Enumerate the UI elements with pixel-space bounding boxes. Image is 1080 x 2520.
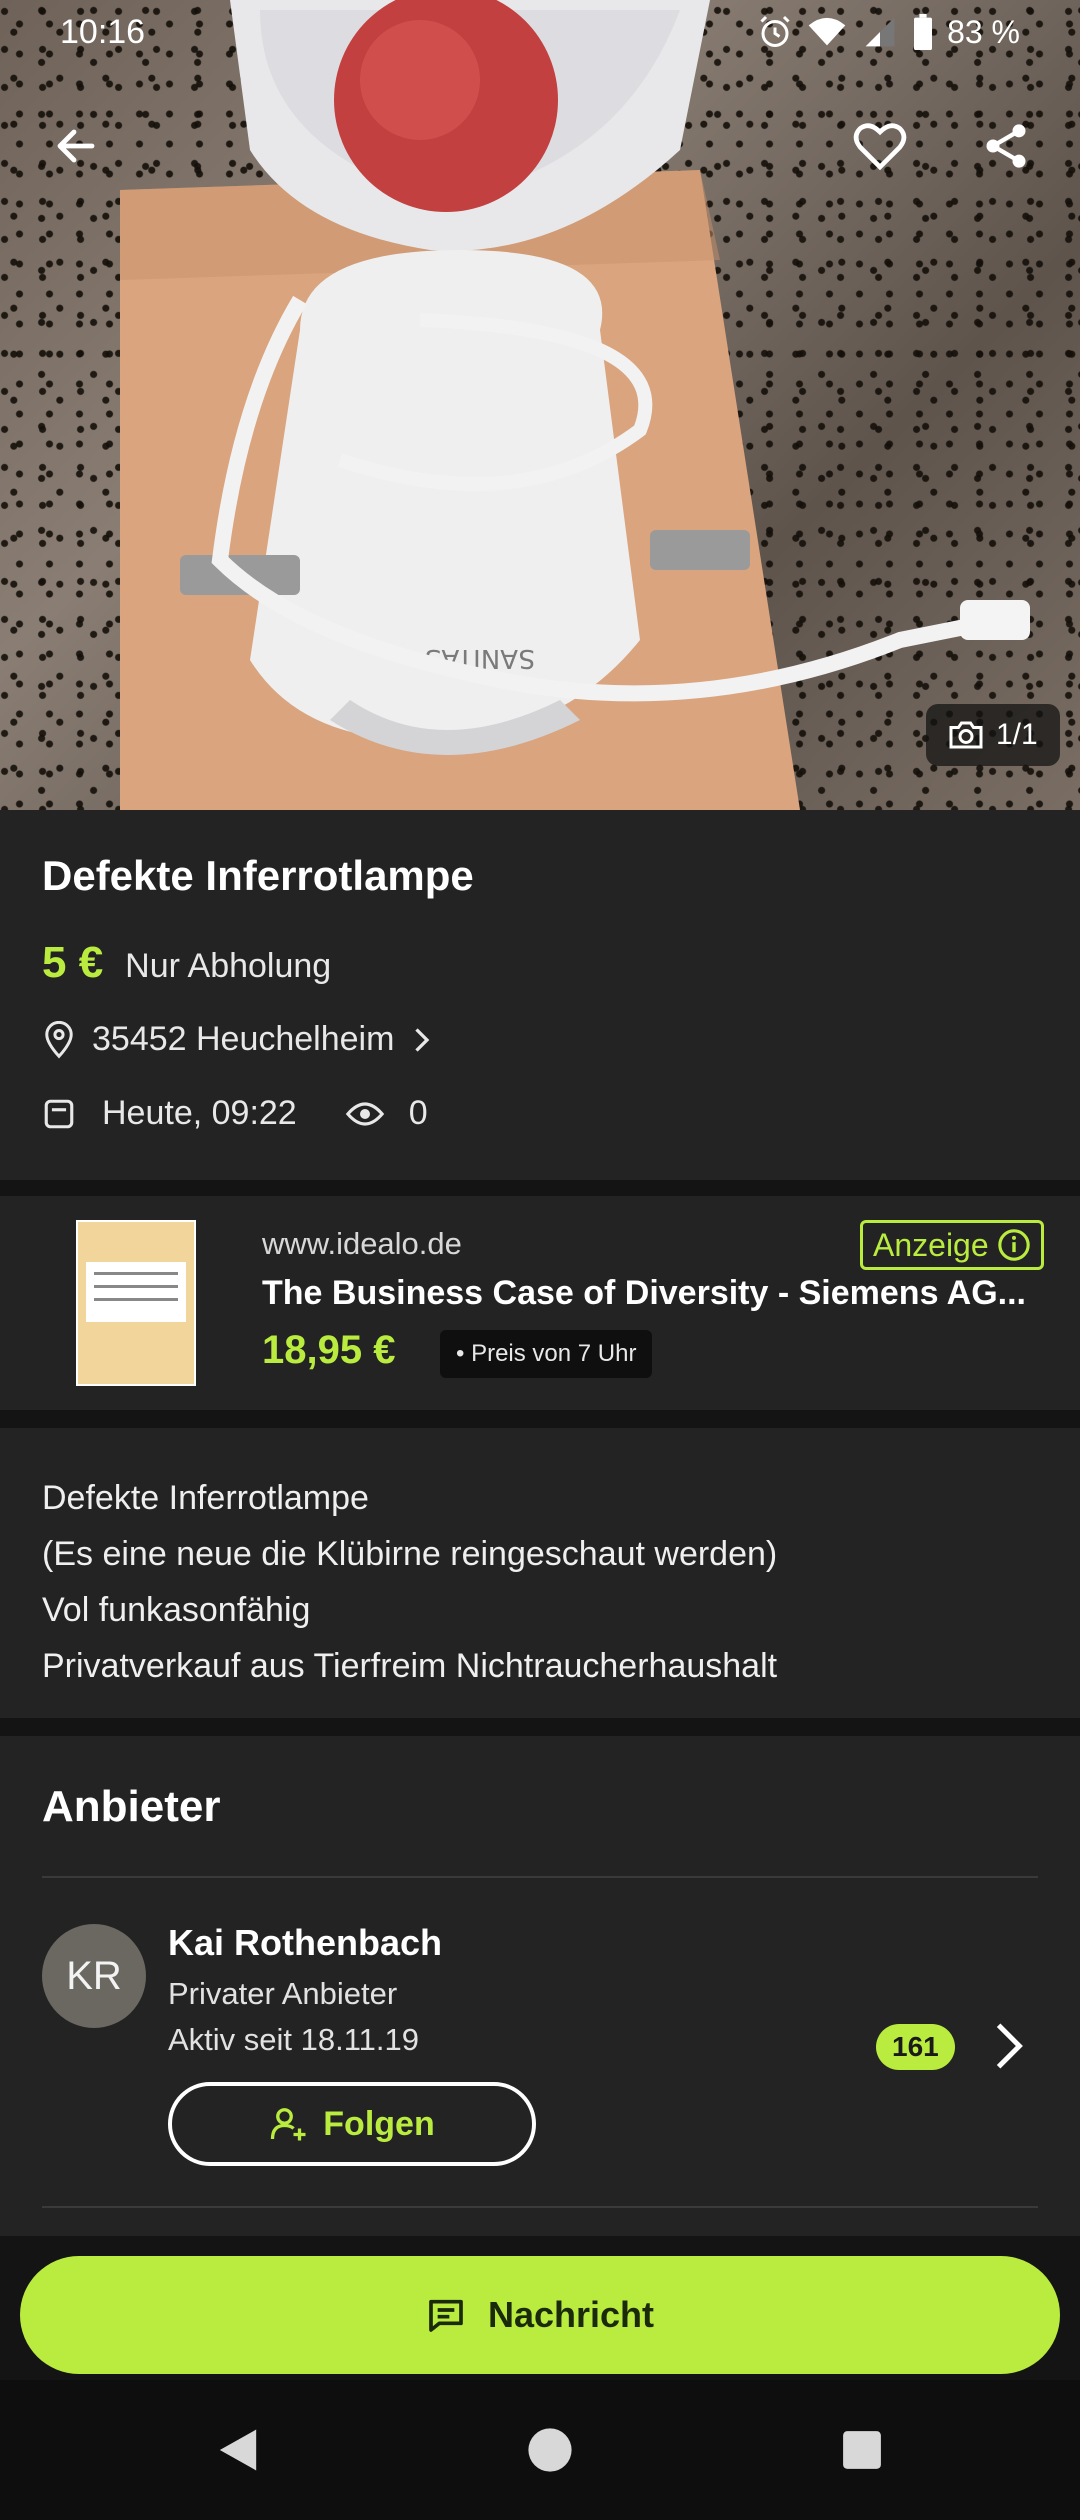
divider — [42, 1876, 1038, 1878]
nav-home-button[interactable] — [520, 2420, 580, 2480]
divider — [42, 2206, 1038, 2208]
location-text: 35452 Heuchelheim — [92, 1020, 395, 1058]
seller-name[interactable]: Kai Rothenbach — [168, 1922, 442, 1964]
chevron-right-icon — [415, 1027, 430, 1052]
favorite-button[interactable] — [844, 110, 916, 182]
seller-heading: Anbieter — [42, 1782, 221, 1831]
seller-active-since: Aktiv seit 18.11.19 — [168, 2022, 420, 2057]
ad-thumbnail — [76, 1220, 196, 1386]
seller-profile-button[interactable] — [984, 2016, 1034, 2076]
listing-title: Defekte Inferrotlampe — [42, 852, 474, 899]
ad-label-text: Anzeige — [873, 1226, 989, 1263]
circle-home-icon — [528, 2428, 572, 2472]
add-user-icon — [271, 2108, 306, 2141]
description-line: (Es eine neue die Klübirne reingeschaut … — [42, 1535, 778, 1573]
location-link[interactable]: 35452 Heuchelheim — [42, 1020, 432, 1059]
camera-icon — [949, 721, 983, 749]
back-button[interactable] — [40, 110, 112, 182]
description-line: Privatverkauf aus Tierfreim Nichtraucher… — [42, 1647, 778, 1685]
wifi-icon — [808, 17, 846, 46]
bottom-action-bar: Nachricht — [0, 2236, 1080, 2374]
triangle-back-icon — [219, 2429, 257, 2471]
eye-icon — [345, 1101, 384, 1126]
battery-percentage: 83 % — [947, 13, 1020, 50]
message-label: Nachricht — [487, 2294, 655, 2335]
nav-back-button[interactable] — [208, 2420, 268, 2480]
chevron-right-icon — [996, 2023, 1023, 2069]
ad-label[interactable]: Anzeige — [860, 1220, 1044, 1270]
status-time: 10:16 — [60, 12, 146, 51]
status-icons: 83 % — [757, 14, 1020, 51]
ad-price: 18,95 € — [262, 1328, 396, 1372]
price-row: 5 € Nur Abholung — [42, 938, 331, 988]
battery-icon — [914, 14, 933, 50]
ad-domain: www.idealo.de — [262, 1226, 462, 1261]
square-recents-icon — [843, 2431, 881, 2469]
seller-type: Privater Anbieter — [168, 1976, 398, 2011]
photo-counter[interactable]: 1/1 — [926, 704, 1060, 766]
follow-label: Folgen — [323, 2104, 435, 2143]
posted-date: Heute, 09:22 — [102, 1094, 297, 1132]
calendar-icon — [44, 1099, 74, 1128]
share-icon — [986, 124, 1026, 168]
rating-badge: 161 — [876, 2024, 955, 2070]
view-count: 0 — [408, 1094, 428, 1132]
sponsored-ad[interactable]: www.idealo.de Anzeige The Business Case … — [0, 1196, 1080, 1410]
description-line: Vol funkasonfähig — [42, 1591, 311, 1629]
lamp-illustration: SANITAS — [120, 0, 1030, 810]
signal-icon — [865, 17, 895, 47]
pickup-info: Nur Abholung — [125, 947, 332, 985]
photo-counter-text: 1/1 — [996, 718, 1038, 751]
location-pin-icon — [45, 1020, 73, 1059]
arrow-left-icon — [57, 129, 95, 163]
heart-icon — [853, 123, 907, 171]
share-button[interactable] — [970, 110, 1042, 182]
status-bar: 10:16 83 % — [0, 0, 1080, 64]
listing-details: Defekte Inferrotlampe 5 € Nur Abholung 3… — [0, 810, 1080, 1180]
description-line: Defekte Inferrotlampe — [42, 1479, 369, 1517]
info-icon — [997, 1229, 1030, 1261]
avatar[interactable]: KR — [42, 1924, 146, 2028]
meta-row: Heute, 09:22 0 — [42, 1094, 428, 1133]
ad-price-note: • Preis von 7 Uhr — [440, 1330, 653, 1378]
listing-description: Defekte Inferrotlampe (Es eine neue die … — [0, 1428, 1080, 1718]
app-screen: SANITAS 10:16 83 % 1/1 Defekte Inferrotl… — [0, 0, 1080, 2520]
message-button[interactable]: Nachricht — [20, 2256, 1060, 2374]
follow-button[interactable]: Folgen — [168, 2082, 536, 2166]
listing-price: 5 € — [42, 938, 104, 987]
listing-photo[interactable]: SANITAS — [0, 0, 1080, 810]
alarm-icon — [760, 15, 790, 47]
ad-title: The Business Case of Diversity - Siemens… — [262, 1274, 1027, 1312]
chat-icon — [429, 2299, 463, 2332]
nav-recents-button[interactable] — [832, 2420, 892, 2480]
seller-section: Anbieter KR Kai Rothenbach Privater Anbi… — [0, 1736, 1080, 2236]
system-nav-bar — [0, 2380, 1080, 2520]
